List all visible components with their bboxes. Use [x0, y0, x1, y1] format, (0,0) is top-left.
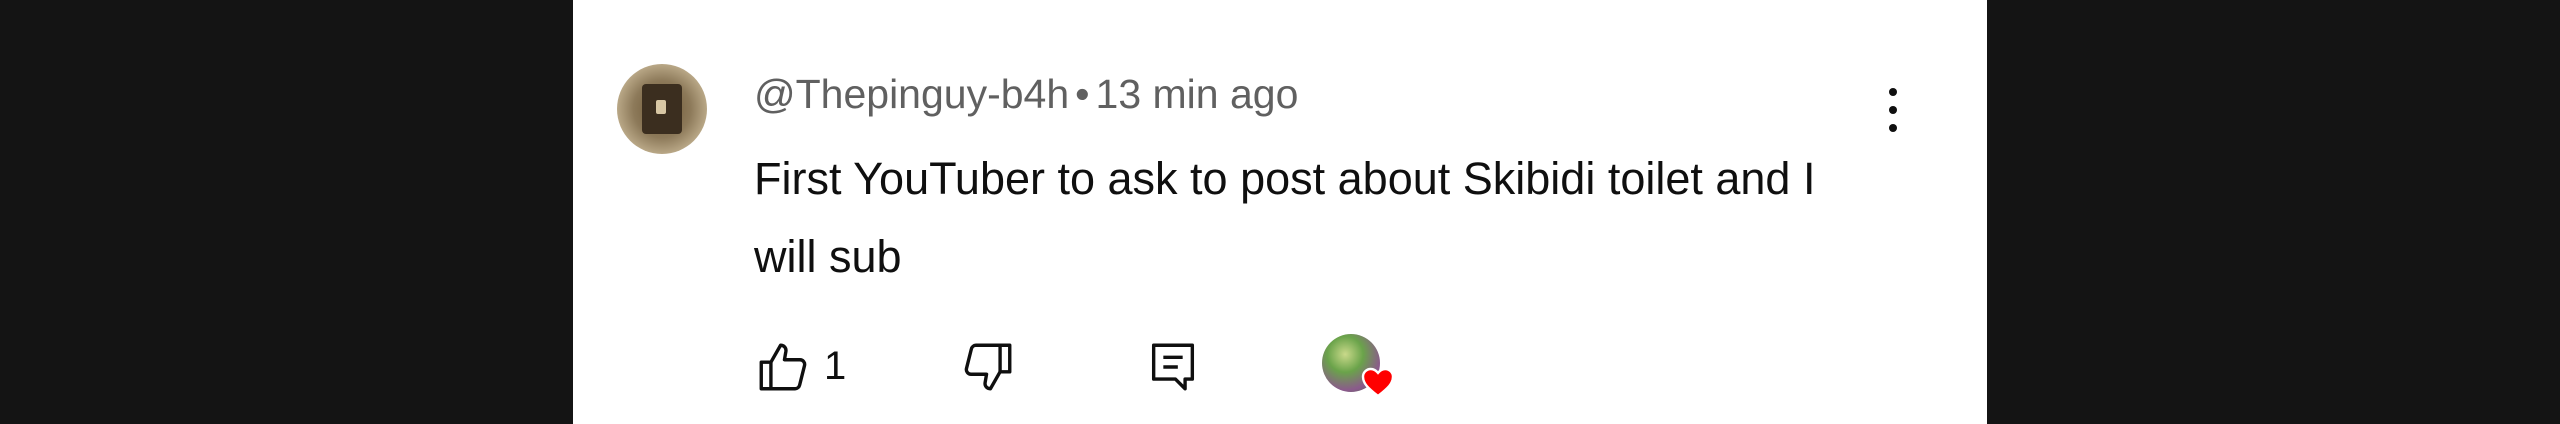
menu-dot — [1889, 124, 1897, 132]
more-vert-icon[interactable] — [1883, 84, 1903, 136]
reply-comment-icon — [1151, 343, 1195, 391]
menu-dot — [1889, 88, 1897, 96]
comment-card: @Thepinguy-b4h • 13 min ago First YouTuber… — [573, 0, 1987, 424]
comment-time[interactable]: 13 min ago — [1096, 71, 1299, 117]
menu-dot — [1889, 106, 1897, 114]
creator-heart-icon — [1361, 367, 1395, 398]
user-avatar[interactable] — [617, 64, 707, 154]
like-count: 1 — [824, 344, 847, 388]
reply-button[interactable] — [1144, 338, 1204, 398]
creator-heart-badge — [1322, 334, 1402, 404]
dislike-button[interactable] — [959, 338, 1019, 398]
meta-separator: • — [1075, 71, 1090, 117]
comment-text: First YouTuber to ask to post about Skib… — [754, 153, 1816, 282]
thumbs-down-icon — [964, 343, 1012, 391]
like-button[interactable]: 1 — [754, 338, 874, 398]
avatar-image — [642, 84, 682, 134]
thumbs-up-icon — [759, 343, 807, 391]
comment-meta: @Thepinguy-b4h • 13 min ago — [754, 68, 1298, 120]
author-name[interactable]: @Thepinguy-b4h — [754, 71, 1069, 117]
